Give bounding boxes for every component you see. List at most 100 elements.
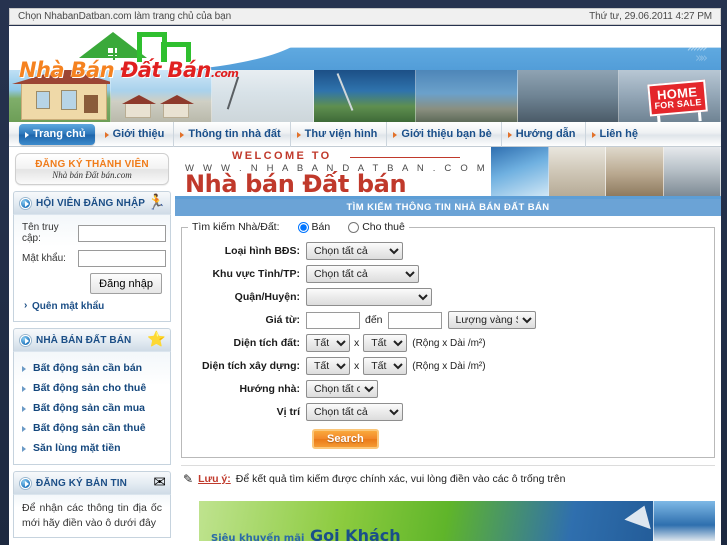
newsletter-panel-title: ĐĂNG KÝ BẢN TIN [36, 477, 127, 489]
welcome-line-3: Nhà bán Đất bán [185, 170, 407, 198]
sidebar-item-can-ban[interactable]: Bất động sản cần bán [20, 358, 164, 378]
select-build-width[interactable]: Tất cả [306, 357, 350, 375]
runner-icon: 🏃 [147, 194, 166, 211]
register-member-button[interactable]: ĐĂNG KÝ THÀNH VIÊN Nhà bán Đất bán.com [15, 153, 169, 185]
username-row: Tên truy cập: [22, 222, 166, 244]
select-land-length[interactable]: Tất cả [363, 334, 408, 352]
input-price-to[interactable] [387, 311, 442, 329]
input-price-from[interactable] [306, 311, 360, 329]
nav-item-gioi-thieu[interactable]: Giới thiệu [99, 121, 175, 147]
search-button[interactable]: Search [312, 429, 379, 449]
search-form-legend: Tìm kiếm Nhà/Đất: Bán Cho thuê [188, 221, 409, 233]
row-direction: Hướng nhà: Chọn tất cả [188, 380, 708, 398]
newsletter-panel-body: Để nhận các thông tin địa ốc mới hãy điề… [13, 494, 171, 538]
welcome-line-1: WELCOME TO [232, 150, 332, 162]
radio-ban-label: Bán [311, 221, 331, 233]
login-panel-title: HỘI VIÊN ĐĂNG NHẬP [36, 197, 146, 209]
row-land-area: Diện tích đất: Tất cả x Tất cả (Rộng x D… [188, 334, 708, 352]
welcome-rule [350, 157, 460, 158]
radio-cho-thue-label: Cho thuê [362, 221, 405, 233]
welcome-photo-strip [491, 147, 721, 196]
register-subtitle: Nhà bán Đất bán.com [52, 169, 132, 180]
select-build-length[interactable]: Tất cả [363, 357, 408, 375]
label-quan-huyen: Quận/Huyện: [234, 291, 300, 303]
label-gia-tu: Giá từ: [265, 314, 300, 326]
promo-prefix: Siêu khuyến mãi [211, 533, 305, 541]
label-vi-tri: Vị trí [276, 406, 300, 418]
radio-group-sell[interactable]: Bán [297, 221, 331, 233]
promo-photo [653, 501, 715, 541]
site-logo[interactable]: Nhà Bán Đất Bán.com [17, 28, 239, 90]
register-title: ĐĂNG KÝ THÀNH VIÊN [35, 158, 149, 170]
username-input[interactable] [78, 224, 166, 242]
arrow-bullet-icon [20, 197, 31, 209]
nav-item-gioi-thieu-ban-be[interactable]: Giới thiệu bạn bè [387, 121, 502, 147]
newsletter-text: Để nhận các thông tin địa ốc mới hãy điề… [22, 502, 162, 529]
login-panel-body: Tên truy cập: Mật khẩu: Đăng nhập Quên m… [13, 214, 171, 322]
pencil-icon: ✎ [183, 472, 194, 486]
radio-ban[interactable] [297, 221, 309, 233]
promo-banner[interactable]: Siêu khuyến mãi Gọi Khách [199, 501, 715, 541]
mini-house-icon [159, 95, 194, 118]
set-homepage-text[interactable]: Chọn NhabanDatban.com làm trang chủ của … [18, 11, 231, 22]
sidebar-item-cho-thue[interactable]: Bất động sản cho thuê [20, 378, 164, 398]
search-legend-label: Tìm kiếm Nhà/Đất: [192, 221, 280, 233]
envelope-icon: ✉ [153, 474, 166, 491]
newsletter-panel-header: ĐĂNG KÝ BẢN TIN ✉ [13, 471, 171, 494]
welcome-photo-1 [491, 147, 549, 196]
page-root: Chọn NhabanDatban.com làm trang chủ của … [0, 0, 727, 545]
password-label: Mật khẩu: [22, 253, 66, 264]
select-loai-hinh-bds[interactable]: Chọn tất cả [306, 242, 403, 260]
newsletter-panel: ĐĂNG KÝ BẢN TIN ✉ Để nhận các thông tin … [13, 471, 171, 538]
current-datetime: Thứ tư, 29.06.2011 4:27 PM [589, 11, 712, 22]
label-dien-tich-dat: Diện tích đất: [233, 337, 300, 349]
nav-item-thu-vien-hinh[interactable]: Thư viện hình [291, 121, 388, 147]
forgot-password-link[interactable]: Quên mật khẩu [22, 300, 162, 312]
nav-item-trang-chu[interactable]: Trang chủ [19, 123, 95, 145]
listings-link-list: Bất động sản cần bán Bất động sản cho th… [20, 356, 164, 460]
select-vi-tri[interactable]: Chọn tất cả [306, 403, 403, 421]
sidebar-item-san-lung-mat-tien[interactable]: Săn lùng mặt tiền [20, 438, 164, 458]
search-note: ✎ Lưu ý: Để kết quả tìm kiếm được chính … [181, 465, 715, 492]
row-district: Quận/Huyện: [188, 288, 708, 306]
select-quan-huyen[interactable] [306, 288, 432, 306]
radio-group-rent[interactable]: Cho thuê [348, 221, 405, 233]
logo-roof-graphic [71, 28, 191, 62]
sidebar-item-can-thue[interactable]: Bất động sản cần thuê [20, 418, 164, 438]
listings-panel: NHÀ BÁN ĐẤT BÁN ⭐ Bất động sản cần bán B… [13, 328, 171, 465]
login-button[interactable]: Đăng nhập [90, 273, 162, 294]
build-area-unit: (Rộng x Dài /m²) [412, 360, 486, 372]
home-for-sale-sign: HOME FOR SALE [647, 79, 708, 122]
label-dien-tich-xay-dung: Diện tích xây dựng: [201, 360, 300, 372]
left-sidebar: ĐĂNG KÝ THÀNH VIÊN Nhà bán Đất bán.com H… [9, 147, 175, 545]
row-province: Khu vực Tỉnh/TP: Chọn tất cả [188, 265, 708, 283]
row-position: Vị trí Chọn tất cả [188, 403, 708, 421]
label-khu-vuc-tinh-tp: Khu vực Tỉnh/TP: [212, 268, 300, 280]
note-text: Để kết quả tìm kiếm được chính xác, vui … [235, 473, 566, 485]
row-property-type: Loại hình BĐS: Chọn tất cả [188, 242, 708, 260]
username-label: Tên truy cập: [22, 222, 59, 244]
star-icon: ⭐ [147, 331, 166, 348]
mini-house-icon [121, 95, 156, 118]
logo-text: Nhà Bán Đất Bán.com [19, 58, 239, 82]
note-link[interactable]: Lưu ý: [198, 473, 231, 485]
password-input[interactable] [78, 250, 166, 267]
nav-item-thong-tin-nha-dat[interactable]: Thông tin nhà đất [174, 121, 291, 147]
radio-cho-thue[interactable] [348, 221, 360, 233]
photo-workers [415, 70, 518, 122]
login-panel-header: HỘI VIÊN ĐĂNG NHẬP 🏃 [13, 191, 171, 214]
crane-icon [336, 73, 354, 111]
site-header-banner: »»» »» Nhà Bán Đất Bán.com HOME FOR SALE [9, 26, 721, 122]
promo-title: Gọi Khách [309, 526, 401, 541]
select-land-width[interactable]: Tất cả [306, 334, 350, 352]
select-huong-nha[interactable]: Chọn tất cả [306, 380, 378, 398]
arrow-bullet-icon [20, 334, 31, 346]
label-huong-nha: Hướng nhà: [239, 383, 300, 395]
sidebar-item-can-mua[interactable]: Bất động sản cần mua [20, 398, 164, 418]
roof-window-icon [106, 46, 121, 60]
select-price-unit[interactable]: Lượng vàng S. [447, 311, 536, 329]
nav-item-lien-he[interactable]: Liên hệ [586, 122, 648, 147]
promo-text: Siêu khuyến mãi Gọi Khách [211, 526, 401, 541]
nav-item-huong-dan[interactable]: Hướng dẫn [502, 121, 586, 147]
select-khu-vuc-tinh-tp[interactable]: Chọn tất cả [306, 265, 419, 283]
